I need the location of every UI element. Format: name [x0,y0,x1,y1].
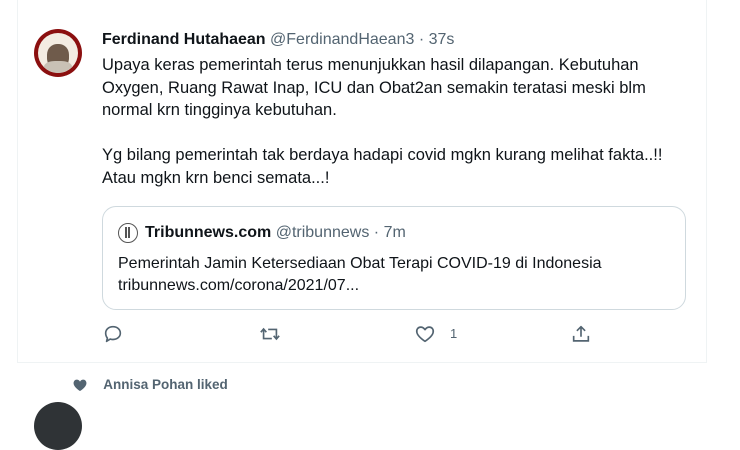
quoted-header-separator: · [373,224,380,241]
quoted-tweet[interactable]: Tribunnews.com @tribunnews · 7m Pemerint… [102,206,686,310]
author-avatar[interactable] [34,29,82,77]
quoted-author-name: Tribunnews.com [145,224,272,241]
avatar-shirt [44,61,72,73]
tweet-text: Upaya keras pemerintah terus menunjukkan… [102,56,663,187]
header-separator: · [418,31,425,48]
reply-icon [104,325,122,343]
tweet-header: Ferdinand Hutahaean @FerdinandHaean3 · 3… [102,31,454,49]
next-tweet-avatar[interactable] [34,402,82,450]
share-button[interactable] [570,322,592,346]
heart-icon [415,326,435,343]
quoted-author-handle: @tribunnews [275,224,370,241]
retweet-icon [260,327,280,341]
tribunnews-logo-icon [118,223,138,243]
like-button[interactable] [414,322,436,346]
like-count: 1 [450,326,458,341]
retweet-button[interactable] [258,322,282,346]
avatar-photo [38,33,78,73]
reply-button[interactable] [102,322,124,346]
quoted-tweet-text: Pemerintah Jamin Ketersediaan Obat Terap… [118,255,602,294]
heart-filled-icon [73,380,87,392]
liked-by-notice[interactable]: Annisa Pohan liked [72,377,228,393]
share-icon [572,325,590,342]
liked-by-text: Annisa Pohan liked [103,377,228,392]
author-handle[interactable]: @FerdinandHaean3 [270,31,414,48]
tweet-timestamp[interactable]: 37s [429,31,455,48]
quoted-timestamp: 7m [383,224,406,241]
author-name[interactable]: Ferdinand Hutahaean [102,31,266,48]
quoted-tweet-header: Tribunnews.com @tribunnews · 7m [145,224,406,242]
